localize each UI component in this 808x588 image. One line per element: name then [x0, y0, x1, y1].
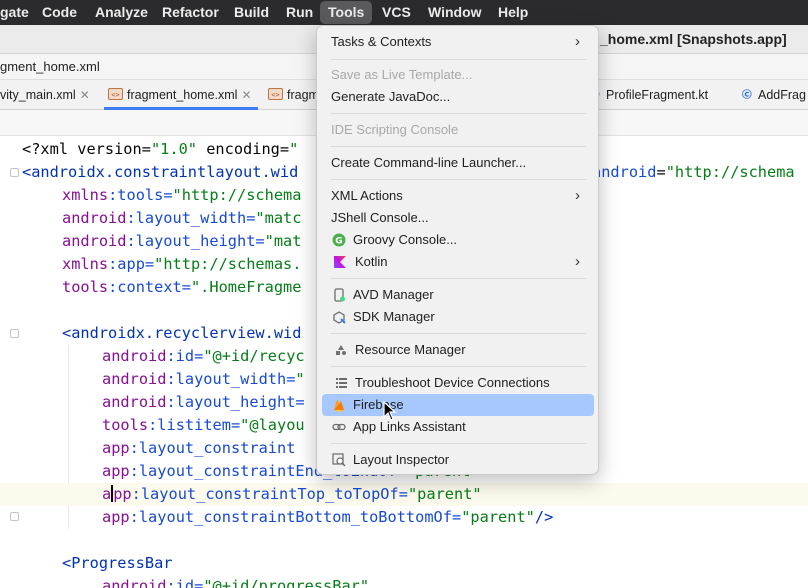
code-line: android:layout_height="mat	[62, 232, 302, 250]
chevron-right-icon: ›	[575, 33, 580, 50]
svg-text:<>: <>	[111, 91, 119, 99]
menu-separator	[331, 59, 586, 60]
fold-icon[interactable]	[10, 512, 19, 521]
menu-item-generate-javadoc[interactable]: Generate JavaDoc...	[322, 86, 594, 108]
menu-run[interactable]: Run	[278, 0, 321, 25]
menu-window[interactable]: Window	[420, 0, 490, 25]
current-code-line: a pp:layout_constraintTop_toTopOf="parent…	[0, 483, 808, 506]
svg-text:G: G	[335, 237, 342, 247]
menu-item-create-launcher[interactable]: Create Command-line Launcher...	[322, 152, 594, 174]
code-line: android:id="@+id/progressBar"	[102, 577, 370, 588]
code-line: android:layout_height=	[102, 393, 305, 411]
tab-profile-fragment[interactable]: ProfileFragment.kt	[590, 80, 708, 110]
menu-item-save-live-template: Save as Live Template...	[331, 67, 473, 82]
menu-item-layout-inspector[interactable]: Layout Inspector	[322, 449, 594, 471]
sdk-manager-icon	[333, 311, 346, 324]
code-line: android:layout_width="	[102, 370, 305, 388]
menu-separator	[331, 113, 586, 114]
layout-inspector-icon	[332, 453, 346, 467]
menu-item-avd-manager[interactable]: AVD Manager	[322, 284, 594, 306]
close-icon[interactable]: ✕	[241, 88, 251, 102]
menu-item-ide-scripting-console: IDE Scripting Console	[331, 122, 459, 137]
avd-manager-icon	[334, 288, 345, 302]
menu-separator	[331, 366, 586, 367]
tab-fragment-home[interactable]: <> fragment_home.xml ✕	[104, 80, 258, 110]
menu-separator	[331, 179, 586, 180]
code-line: android:layout_width="matc	[62, 209, 302, 227]
kotlin-icon	[334, 256, 346, 268]
tab-label: vity_main.xml	[0, 88, 76, 102]
link-icon	[332, 423, 346, 431]
menu-separator	[331, 333, 586, 334]
window-title: _home.xml [Snapshots.app]	[600, 31, 787, 47]
xml-file-icon: <>	[108, 88, 123, 100]
tab-label: fragm	[287, 88, 319, 102]
code-line: app:layout_constraintBottom_toBottomOf="…	[102, 508, 554, 526]
xml-file-icon: <>	[268, 88, 283, 100]
menu-item-app-links-assistant[interactable]: App Links Assistant	[322, 416, 594, 438]
close-icon[interactable]: ✕	[80, 88, 90, 102]
list-icon	[336, 378, 347, 388]
tab-label: fragment_home.xml	[127, 88, 238, 102]
svg-text:C: C	[744, 90, 749, 98]
code-line: tools:listitem="@layou	[102, 416, 305, 434]
menu-separator	[331, 278, 586, 279]
menu-item-troubleshoot-device[interactable]: Troubleshoot Device Connections	[322, 372, 594, 394]
menu-item-xml-actions[interactable]: XML Actions ›	[322, 185, 594, 207]
code-line: <?xml version="1.0" encoding="	[22, 140, 299, 158]
code-line: app:layout_constraint	[102, 439, 296, 457]
fold-icon[interactable]	[10, 329, 19, 338]
menu-build[interactable]: Build	[226, 0, 277, 25]
code-line: <ProgressBar	[62, 554, 173, 572]
code-line: xmlns:tools="http://schema	[62, 186, 302, 204]
menu-refactor[interactable]: Refactor	[154, 0, 227, 25]
breadcrumb[interactable]: gment_home.xml	[0, 59, 100, 74]
menu-item-tasks-contexts[interactable]: Tasks & Contexts ›	[322, 31, 594, 53]
tab-fragment-other[interactable]: <> fragm	[268, 80, 319, 110]
menu-code[interactable]: Code	[34, 0, 85, 25]
code-line: xmlns:app="http://schemas.	[62, 255, 302, 273]
groovy-icon: G	[332, 233, 346, 247]
resource-manager-icon	[336, 345, 346, 355]
menu-item-kotlin[interactable]: Kotlin ›	[322, 251, 594, 273]
chevron-right-icon: ›	[575, 187, 580, 204]
tab-label: AddFrag	[758, 88, 806, 102]
menu-help[interactable]: Help	[490, 0, 536, 25]
code-line: <androidx.recyclerview.wid	[62, 324, 302, 342]
chevron-right-icon: ›	[575, 253, 580, 270]
menu-item-firebase[interactable]: Firebase	[322, 394, 594, 416]
class-file-icon: C	[742, 89, 752, 99]
menu-item-resource-manager[interactable]: Resource Manager	[322, 339, 594, 361]
tab-activity-main[interactable]: vity_main.xml ✕	[0, 80, 90, 110]
tab-label: ProfileFragment.kt	[606, 88, 709, 102]
mouse-pointer-icon	[383, 401, 397, 421]
menu-vcs[interactable]: VCS	[374, 0, 419, 25]
code-line: tools:context=".HomeFragme	[62, 278, 302, 296]
menu-separator	[331, 443, 586, 444]
menu-navigate[interactable]: gate	[0, 0, 37, 25]
menu-item-groovy-console[interactable]: G Groovy Console...	[322, 229, 594, 251]
tools-menu: Tasks & Contexts › Save as Live Template.…	[316, 25, 599, 475]
menu-tools[interactable]: Tools	[320, 1, 373, 24]
menu-separator	[331, 146, 586, 147]
menu-item-jshell-console[interactable]: JShell Console...	[322, 207, 594, 229]
svg-text:<>: <>	[271, 91, 279, 99]
code-line: android:id="@+id/recyc	[102, 347, 305, 365]
firebase-icon	[334, 399, 344, 412]
menu-analyze[interactable]: Analyze	[87, 0, 156, 25]
code-line: <androidx.constraintlayout.wid android="h…	[22, 163, 795, 181]
fold-icon[interactable]	[10, 168, 19, 177]
menu-bar: gate Code Analyze Refactor Build Run Too…	[0, 0, 808, 25]
menu-item-sdk-manager[interactable]: SDK Manager	[322, 306, 594, 328]
tab-add-fragment[interactable]: C AddFrag	[742, 80, 806, 110]
